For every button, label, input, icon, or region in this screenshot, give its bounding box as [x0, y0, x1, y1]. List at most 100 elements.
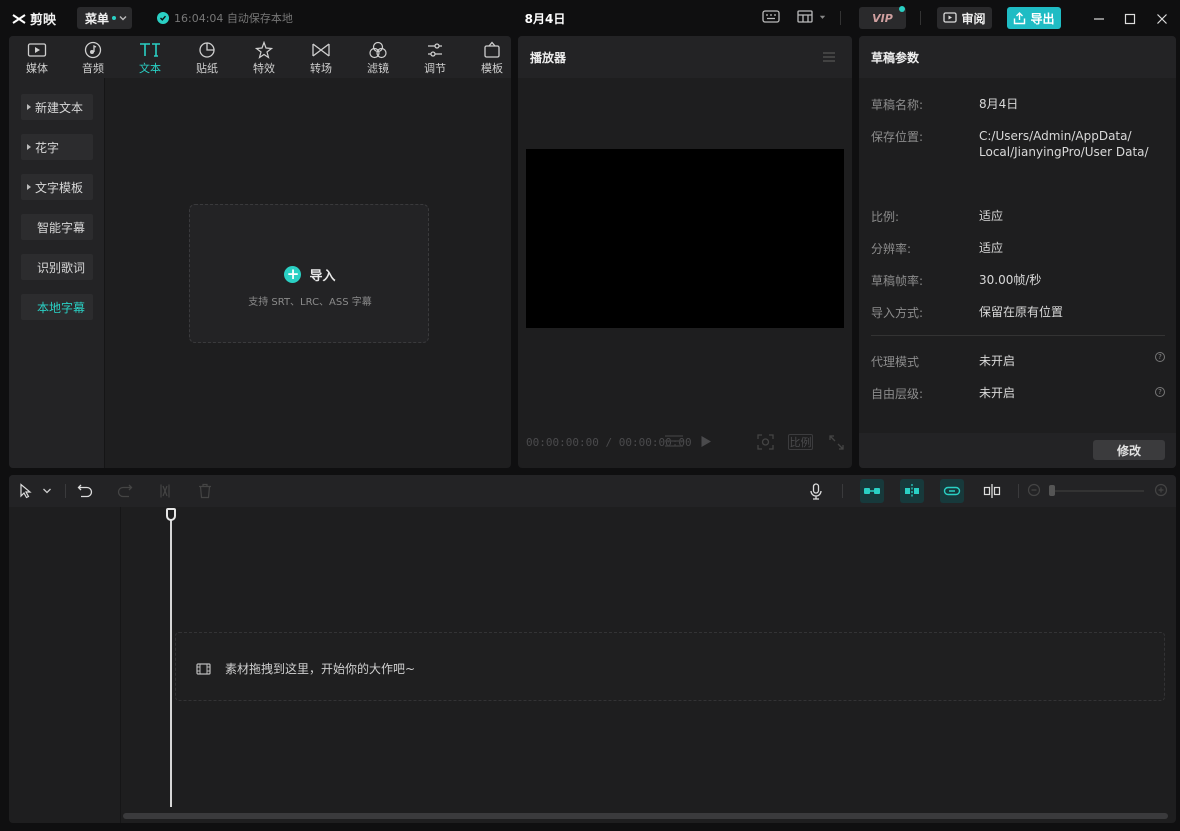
review-icon: [943, 11, 958, 23]
tab-label: 音频: [82, 62, 104, 75]
zoom-out-icon[interactable]: [1027, 483, 1041, 497]
tab-audio[interactable]: 音频: [75, 40, 111, 76]
material-toolbar: 媒体 音频 文本 贴纸 特效 转场 滤镜 调节 模板: [9, 36, 511, 78]
draft-field-name: 草稿名称: 8月4日: [871, 96, 1018, 113]
sidebar-item-recognize-lyrics[interactable]: 识别歌词: [21, 254, 93, 280]
title-divider: [920, 11, 921, 25]
draft-header: 草稿参数: [859, 36, 1176, 78]
preview-axis-icon[interactable]: [983, 483, 1001, 499]
draft-title: 草稿参数: [871, 50, 920, 65]
field-value: 保留在原有位置: [979, 305, 1064, 319]
sidebar-item-local-subtitle[interactable]: 本地字幕: [21, 294, 93, 320]
field-value: 未开启: [979, 354, 1016, 368]
import-button[interactable]: + 导入: [190, 265, 430, 284]
toolbar-divider: [65, 484, 66, 498]
media-panel: 媒体 音频 文本 贴纸 特效 转场 滤镜 调节 模板 新建文本 花字 文字模板 …: [9, 36, 511, 468]
magnet-link-icon: [864, 488, 880, 494]
help-icon[interactable]: ?: [1155, 387, 1165, 397]
tab-transition[interactable]: 转场: [303, 40, 339, 76]
playhead-handle[interactable]: [166, 508, 176, 521]
tab-media[interactable]: 媒体: [19, 40, 55, 76]
maximize-icon[interactable]: [1124, 13, 1136, 25]
draft-field-framerate: 草稿帧率: 30.00帧/秒: [871, 272, 1041, 289]
modify-button[interactable]: 修改: [1093, 440, 1165, 460]
sidebar-item-text-template[interactable]: 文字模板: [21, 174, 93, 200]
auto-snap-toggle[interactable]: [900, 479, 924, 503]
layout-icon[interactable]: [797, 9, 813, 25]
linkage-toggle[interactable]: [940, 479, 964, 503]
timeline-panel: 素材拖拽到这里，开始你的大作吧~: [9, 475, 1176, 823]
export-icon: [1014, 11, 1026, 24]
chevron-down-icon[interactable]: [818, 13, 827, 22]
vip-button[interactable]: VIP: [859, 6, 906, 29]
plus-icon: +: [284, 266, 302, 283]
tab-sticker[interactable]: 贴纸: [189, 40, 225, 76]
import-dropzone[interactable]: + 导入 支持 SRT、LRC、ASS 字幕: [189, 204, 429, 343]
filter-icon: [369, 41, 387, 59]
tab-label: 贴纸: [196, 62, 218, 75]
current-time: 00:00:00:00: [526, 436, 599, 449]
hamburger-menu-icon[interactable]: [822, 51, 836, 63]
zoom-slider-track[interactable]: [1049, 490, 1144, 492]
undo-icon[interactable]: [77, 483, 93, 499]
tab-text[interactable]: 文本: [132, 40, 168, 76]
field-value: 适应: [979, 241, 1004, 255]
tab-label: 媒体: [26, 62, 48, 75]
sidebar-item-label: 文字模板: [35, 180, 84, 195]
delete-icon[interactable]: [198, 483, 212, 499]
sidebar-item-new-text[interactable]: 新建文本: [21, 94, 93, 120]
expand-arrow-icon: [27, 184, 31, 190]
track-header-column: [9, 507, 121, 823]
time-separator: /: [605, 436, 619, 449]
field-value: 未开启: [979, 386, 1016, 400]
help-icon[interactable]: ?: [1155, 352, 1165, 362]
title-bar: 剪映 菜单 16:04:04 自动保存本地 8月4日 VIP 审阅 导出: [0, 0, 1180, 36]
microphone-icon[interactable]: [809, 483, 823, 500]
preview-screen[interactable]: [526, 149, 844, 328]
drop-hint: 素材拖拽到这里，开始你的大作吧~: [196, 660, 415, 677]
sidebar-item-label: 识别歌词: [37, 260, 86, 275]
play-icon[interactable]: [700, 435, 712, 448]
select-cursor-icon[interactable]: [19, 483, 33, 499]
main-track-magnet-toggle[interactable]: [860, 479, 884, 503]
tab-filter[interactable]: 滤镜: [360, 40, 396, 76]
zoom-in-icon[interactable]: [1154, 483, 1168, 497]
field-key: 比例:: [871, 210, 900, 224]
tab-effects[interactable]: 特效: [246, 40, 282, 76]
draft-footer: 修改: [859, 433, 1176, 468]
expand-arrow-icon: [27, 104, 31, 110]
import-label: 导入: [309, 269, 336, 284]
field-value: 8月4日: [979, 97, 1019, 111]
chevron-down-icon[interactable]: [42, 487, 52, 495]
field-key: 代理模式: [871, 355, 920, 369]
sidebar-item-smart-subtitle[interactable]: 智能字幕: [21, 214, 93, 240]
audio-icon: [84, 41, 102, 59]
tab-template[interactable]: 模板: [474, 40, 510, 76]
tab-adjust[interactable]: 调节: [417, 40, 453, 76]
ratio-button[interactable]: 比例: [788, 434, 813, 450]
close-icon[interactable]: [1156, 13, 1168, 25]
split-icon[interactable]: [157, 483, 173, 499]
minimize-icon[interactable]: [1093, 13, 1105, 25]
list-icon[interactable]: [664, 434, 684, 448]
link-icon: [943, 486, 961, 496]
import-hint: 支持 SRT、LRC、ASS 字幕: [248, 297, 372, 308]
redo-icon[interactable]: [117, 483, 133, 499]
zoom-slider-handle[interactable]: [1049, 485, 1055, 496]
toolbar-divider: [842, 484, 843, 498]
playhead-line[interactable]: [170, 509, 172, 807]
draft-field-ratio: 比例: 适应: [871, 208, 1003, 225]
export-button[interactable]: 导出: [1007, 7, 1061, 29]
fullscreen-focus-icon[interactable]: [757, 434, 774, 450]
review-label: 审阅: [961, 11, 986, 26]
toolbar-divider: [1018, 484, 1019, 498]
sidebar-item-fancy-text[interactable]: 花字: [21, 134, 93, 160]
sticker-icon: [199, 42, 215, 58]
expand-icon[interactable]: [829, 435, 844, 450]
timeline-scrollbar[interactable]: [123, 813, 1168, 819]
draft-field-free-layer: 自由层级: 未开启: [871, 385, 1015, 402]
review-button[interactable]: 审阅: [937, 7, 992, 29]
film-icon: [196, 662, 211, 675]
keyboard-shortcut-icon[interactable]: [762, 9, 780, 25]
timeline-dropzone[interactable]: 素材拖拽到这里，开始你的大作吧~: [175, 632, 1165, 701]
